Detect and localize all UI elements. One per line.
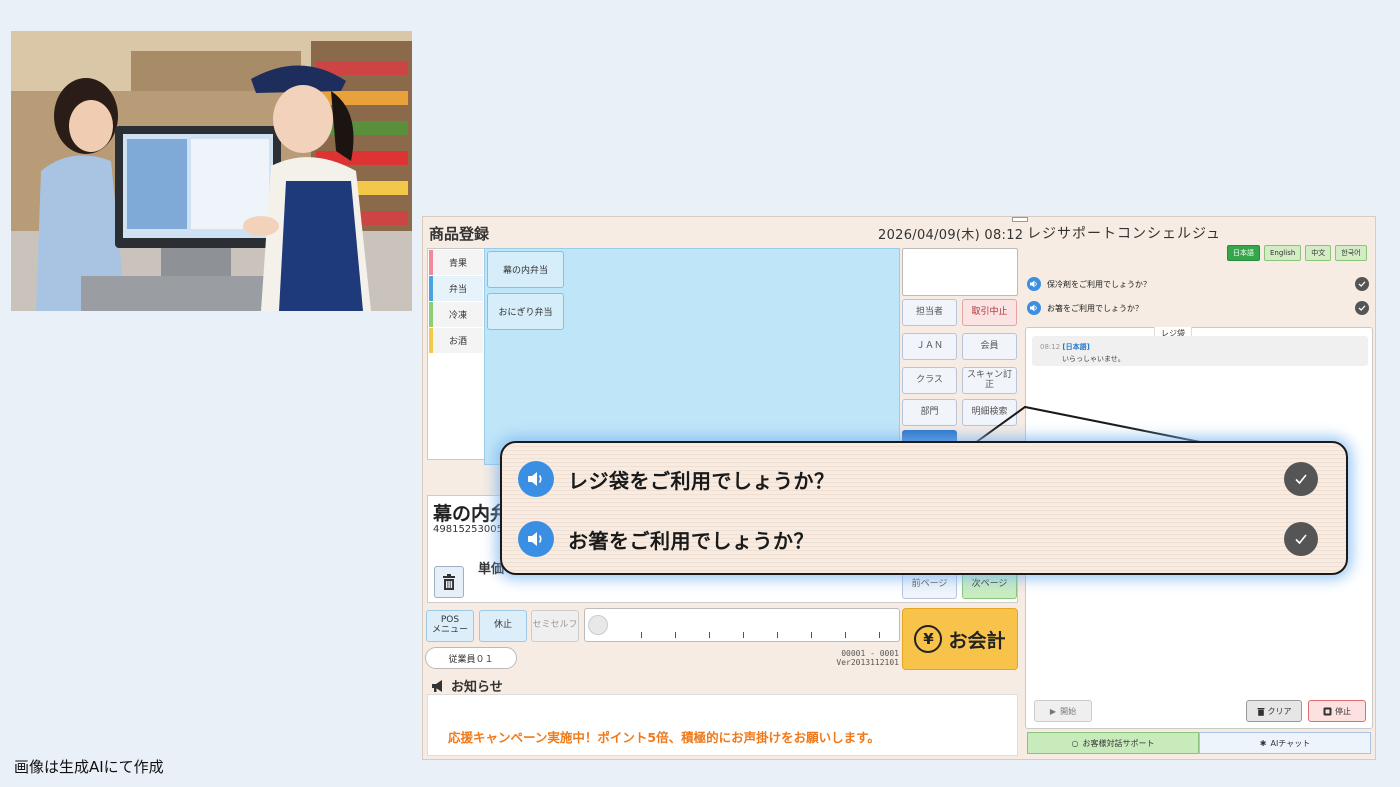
speaker-icon[interactable] xyxy=(518,521,554,557)
clear-button[interactable]: クリア xyxy=(1246,700,1302,722)
slider-tick xyxy=(675,632,676,638)
tab-customer-support[interactable]: ○ お客様対話サポート xyxy=(1027,732,1199,754)
product-button[interactable]: おにぎり弁当 xyxy=(487,293,564,330)
chat-text: いらっしゃいませ。 xyxy=(1062,355,1125,363)
pos-title: 商品登録 xyxy=(429,225,490,243)
product-button[interactable]: 幕の内弁当 xyxy=(487,251,564,288)
notice-panel: 応援キャンペーン実施中！ポイント5倍、積極的にお声掛けをお願いします。 xyxy=(427,694,1018,756)
image-caption: 画像は生成AIにて作成 xyxy=(14,758,164,776)
yen-icon: ¥ xyxy=(914,625,943,653)
stop-button[interactable]: 停止 xyxy=(1308,700,1366,722)
customer-display-box xyxy=(902,248,1018,296)
category-list: 青果 弁当 冷凍 お酒 xyxy=(427,248,485,460)
version-info: 00001 - 0001 Ver2013112101 xyxy=(803,649,899,667)
notice-text: 応援キャンペーン実施中！ポイント5倍、積極的にお声掛けをお願いします。 xyxy=(448,730,880,745)
callout-question-row[interactable]: レジ袋をご利用でしょうか？ xyxy=(518,453,1318,505)
notice-header: お知らせ xyxy=(431,676,503,695)
lang-button-ko[interactable]: 한국어 xyxy=(1335,245,1367,261)
callout-question-text: お箸をご利用でしょうか？ xyxy=(568,528,814,553)
next-page-button[interactable]: 次ページ xyxy=(962,571,1017,599)
chat-time: 08:12 xyxy=(1040,343,1061,351)
detail-search-button[interactable]: 明細検索 xyxy=(962,399,1017,426)
speaker-icon[interactable] xyxy=(518,461,554,497)
department-button[interactable]: 部門 xyxy=(902,399,957,426)
category-item[interactable]: お酒 xyxy=(429,328,483,353)
scan-correction-button[interactable]: スキャン訂正 xyxy=(962,367,1017,394)
speaker-icon[interactable] xyxy=(1027,277,1041,291)
tab-ai-label: AIチャット xyxy=(1270,738,1311,748)
pause-button[interactable]: 休止 xyxy=(479,610,527,642)
terminal-id: 00001 - 0001 xyxy=(841,649,899,658)
prev-page-button[interactable]: 前ページ xyxy=(902,571,957,599)
start-button[interactable]: ▶ 開始 xyxy=(1034,700,1092,722)
tab-ai-chat[interactable]: ✱ AIチャット xyxy=(1199,732,1371,754)
start-label: 開始 xyxy=(1060,706,1077,716)
slider-knob[interactable] xyxy=(588,615,608,635)
slider-tick xyxy=(777,632,778,638)
tab-support-label: お客様対話サポート xyxy=(1082,738,1155,748)
delete-item-button[interactable] xyxy=(434,566,464,598)
notice-title: お知らせ xyxy=(451,680,503,695)
sparkle-icon: ✱ xyxy=(1259,738,1267,748)
speaker-icon[interactable] xyxy=(1027,301,1041,315)
lang-button-en[interactable]: English xyxy=(1264,245,1302,261)
semiself-button[interactable]: セミセルフ xyxy=(531,610,579,642)
category-item[interactable]: 弁当 xyxy=(429,276,483,301)
stop-label: 停止 xyxy=(1335,706,1351,716)
slider-tick xyxy=(811,632,812,638)
question-text: 保冷剤をご利用でしょうか？ xyxy=(1047,279,1151,289)
check-icon[interactable] xyxy=(1284,462,1318,496)
stop-icon xyxy=(1323,707,1332,715)
callout-question-row[interactable]: お箸をご利用でしょうか？ xyxy=(518,513,1318,565)
category-item[interactable]: 冷凍 xyxy=(429,302,483,327)
member-button[interactable]: 会員 xyxy=(962,333,1017,360)
pos-menu-button[interactable]: POS メニュー xyxy=(426,610,474,642)
lang-button-ja[interactable]: 日本語 xyxy=(1227,245,1260,261)
megaphone-icon xyxy=(432,679,442,692)
question-text: お箸をご利用でしょうか？ xyxy=(1047,303,1143,313)
cancel-transaction-button[interactable]: 取引中止 xyxy=(962,299,1017,326)
zoom-callout: レジ袋をご利用でしょうか？ お箸をご利用でしょうか？ xyxy=(500,441,1348,575)
clear-label: クリア xyxy=(1267,706,1292,716)
checkout-button[interactable]: ¥ お会計 xyxy=(902,608,1018,670)
item-code: 49815253005 xyxy=(433,524,503,535)
slider-tick xyxy=(709,632,710,638)
lang-button-zh[interactable]: 中文 xyxy=(1305,245,1332,261)
store-photo xyxy=(11,31,412,311)
chat-message: 08:12 [日本語] いらっしゃいませ。 xyxy=(1032,336,1368,366)
slider-tick xyxy=(641,632,642,638)
trash-icon xyxy=(443,574,455,590)
product-grid: 幕の内弁当 おにぎり弁当 xyxy=(484,248,900,465)
concierge-title: レジサポートコンシェルジュ xyxy=(1027,226,1222,242)
class-button[interactable]: クラス xyxy=(902,367,957,394)
slider-tick xyxy=(845,632,846,638)
slider-tick xyxy=(879,632,880,638)
checkout-label: お会計 xyxy=(948,629,1006,652)
pos-datetime: 2026/04/09(木) 08:12 xyxy=(878,228,1024,243)
question-row[interactable]: お箸をご利用でしょうか？ xyxy=(1027,298,1373,318)
question-row[interactable]: 保冷剤をご利用でしょうか？ xyxy=(1027,274,1373,294)
speech-bubble-icon: ○ xyxy=(1071,738,1079,748)
category-item[interactable]: 青果 xyxy=(429,250,483,275)
trash-icon xyxy=(1257,707,1264,716)
check-icon[interactable] xyxy=(1284,522,1318,556)
slider-tick xyxy=(743,632,744,638)
staff-badge: 従業員０１ xyxy=(425,647,517,669)
chat-language: [日本語] xyxy=(1062,343,1090,351)
tantousha-button[interactable]: 担当者 xyxy=(902,299,957,326)
callout-question-text: レジ袋をご利用でしょうか？ xyxy=(568,468,835,493)
check-icon[interactable] xyxy=(1355,301,1369,315)
version-string: Ver2013112101 xyxy=(836,658,899,668)
jan-button[interactable]: ＪＡＮ xyxy=(902,333,957,360)
check-icon[interactable] xyxy=(1355,277,1369,291)
language-selector: 日本語 English 中文 한국어 xyxy=(1227,245,1367,261)
store-photo-illustration xyxy=(11,31,412,311)
progress-slider[interactable] xyxy=(584,608,900,642)
window-handle[interactable] xyxy=(1012,217,1028,222)
play-icon: ▶ xyxy=(1049,706,1057,716)
item-name: 幕の内弁 xyxy=(433,503,510,525)
